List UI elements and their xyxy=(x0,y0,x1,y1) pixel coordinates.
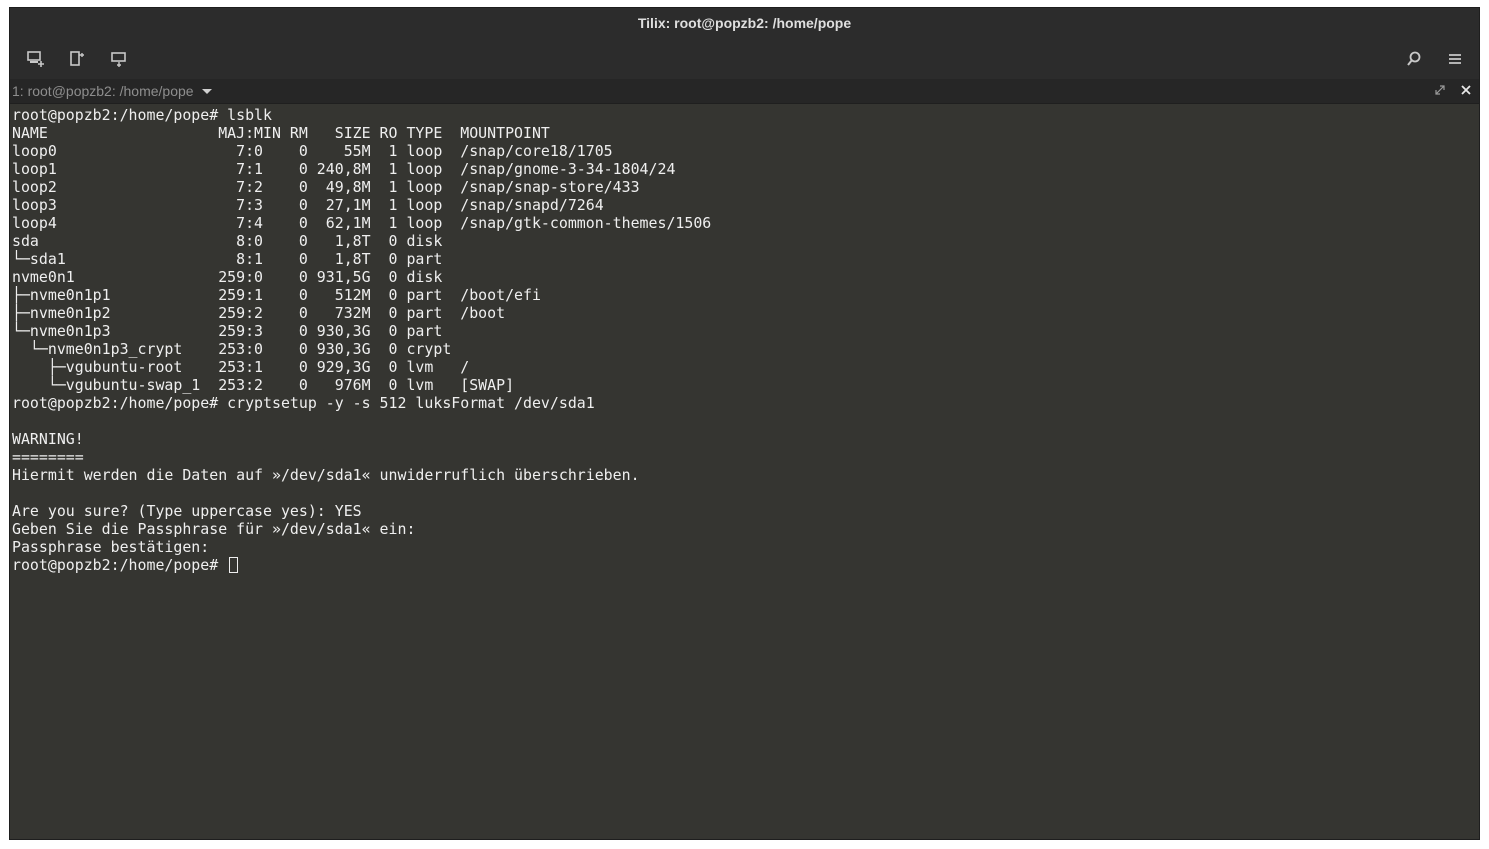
terminal-line: loop2 7:2 0 49,8M 1 loop /snap/snap-stor… xyxy=(12,178,640,196)
terminal-line: ├─vgubuntu-root 253:1 0 929,3G 0 lvm / xyxy=(12,358,470,376)
split-down-icon xyxy=(110,50,128,68)
terminal-line: Geben Sie die Passphrase für »/dev/sda1«… xyxy=(12,520,425,538)
terminal-line: loop1 7:1 0 240,8M 1 loop /snap/gnome-3-… xyxy=(12,160,676,178)
split-right-button[interactable] xyxy=(65,47,89,71)
terminal-cursor xyxy=(229,557,239,573)
window-titlebar[interactable]: Tilix: root@popzb2: /home/pope xyxy=(10,8,1479,38)
terminal-line: └─nvme0n1p3_crypt 253:0 0 930,3G 0 crypt xyxy=(12,340,461,358)
chevron-down-icon xyxy=(201,88,212,94)
terminal-line: ======== xyxy=(12,448,84,466)
terminal-line: root@popzb2:/home/pope# lsblk xyxy=(12,106,272,124)
window-title: Tilix: root@popzb2: /home/pope xyxy=(637,15,852,31)
close-button[interactable] xyxy=(1458,83,1474,99)
terminal-prompt: root@popzb2:/home/pope# xyxy=(12,556,228,574)
terminal-line: └─sda1 8:1 0 1,8T 0 part xyxy=(12,250,461,268)
terminal-line: NAME MAJ:MIN RM SIZE RO TYPE MOUNTPOINT xyxy=(12,124,550,142)
terminal-line: ├─nvme0n1p2 259:2 0 732M 0 part /boot xyxy=(12,304,506,322)
maximize-icon xyxy=(1435,82,1445,100)
terminal-line: Passphrase bestätigen: xyxy=(12,538,219,556)
terminal-output[interactable]: root@popzb2:/home/pope# lsblk NAME MAJ:MI… xyxy=(10,104,1479,839)
terminal-line: root@popzb2:/home/pope# cryptsetup -y -s… xyxy=(12,394,595,412)
terminal-line: loop0 7:0 0 55M 1 loop /snap/core18/1705 xyxy=(12,142,613,160)
terminal-line: ├─nvme0n1p1 259:1 0 512M 0 part /boot/ef… xyxy=(12,286,541,304)
session-title-dropdown[interactable]: 1: root@popzb2: /home/pope xyxy=(12,79,212,103)
add-terminal-icon xyxy=(26,50,46,68)
session-titlebar: 1: root@popzb2: /home/pope xyxy=(10,79,1479,104)
terminal-line: └─nvme0n1p3 259:3 0 930,3G 0 part xyxy=(12,322,461,340)
split-right-icon xyxy=(68,50,86,68)
split-down-button[interactable] xyxy=(107,47,131,71)
tilix-window: Tilix: root@popzb2: /home/pope 1: root@p… xyxy=(9,7,1480,840)
search-button[interactable] xyxy=(1402,47,1426,71)
terminal-line: sda 8:0 0 1,8T 0 disk xyxy=(12,232,461,250)
menu-button[interactable] xyxy=(1443,47,1467,71)
terminal-line: loop3 7:3 0 27,1M 1 loop /snap/snapd/726… xyxy=(12,196,604,214)
terminal-line: └─vgubuntu-swap_1 253:2 0 976M 0 lvm [SW… xyxy=(12,376,515,394)
add-terminal-button[interactable] xyxy=(24,47,48,71)
terminal-line: Are you sure? (Type uppercase yes): YES xyxy=(12,502,362,520)
terminal-prompt-line[interactable]: root@popzb2:/home/pope# xyxy=(12,556,1479,574)
toolbar xyxy=(10,38,1479,79)
search-icon xyxy=(1405,50,1423,68)
terminal-line: WARNING! xyxy=(12,430,84,448)
terminal-line: nvme0n1 259:0 0 931,5G 0 disk xyxy=(12,268,461,286)
terminal-line: loop4 7:4 0 62,1M 1 loop /snap/gtk-commo… xyxy=(12,214,712,232)
hamburger-menu-icon xyxy=(1447,51,1463,67)
session-title-label: 1: root@popzb2: /home/pope xyxy=(12,83,194,99)
close-icon xyxy=(1461,82,1471,100)
terminal-line: Hiermit werden die Daten auf »/dev/sda1«… xyxy=(12,466,640,484)
maximize-button[interactable] xyxy=(1432,83,1448,99)
